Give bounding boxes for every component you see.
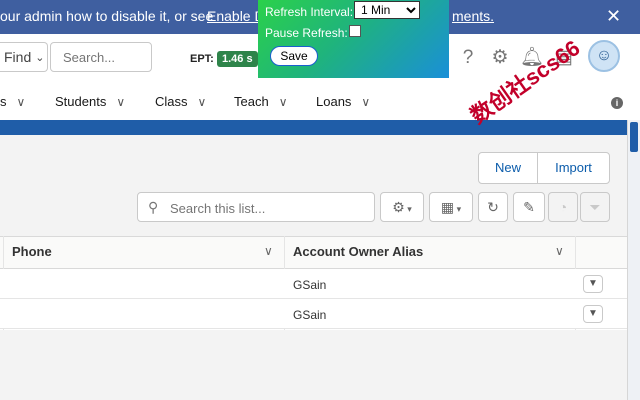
avatar[interactable]: ☺ [588, 40, 620, 72]
search-scope-label: Find [4, 49, 32, 65]
info-icon[interactable]: i [611, 97, 623, 109]
chevron-down-icon[interactable]: ∨ [361, 95, 370, 109]
pie-chart-icon: ◔ [558, 199, 568, 215]
nav-item-teach[interactable]: Teach ∨ [234, 94, 288, 109]
ept-label: EPT: [190, 53, 214, 65]
display-as-button[interactable]: ▦ ▾ [429, 192, 473, 222]
chevron-down-icon: ▾ [454, 204, 462, 214]
nav-item[interactable]: s ∨ [0, 94, 25, 109]
chevron-down-icon[interactable]: ∨ [17, 95, 26, 109]
list-settings-button[interactable]: ⚙ ▾ [380, 192, 424, 222]
brand-band [0, 120, 627, 135]
nav-item-loans[interactable]: Loans ∨ [316, 94, 370, 109]
chevron-down-icon[interactable]: ∨ [279, 95, 288, 109]
nav-item-class[interactable]: Class ∨ [155, 94, 206, 109]
page-scrollbar[interactable] [627, 120, 640, 400]
chevron-down-icon[interactable]: ∨ [555, 244, 564, 258]
list-search-box[interactable]: ⚲ [137, 192, 375, 222]
import-button[interactable]: Import [537, 152, 610, 184]
refresh-button[interactable]: ↻ [478, 192, 508, 222]
list-search-input[interactable] [168, 198, 372, 218]
table-icon: ▦ [440, 199, 455, 215]
chevron-down-icon: ⌄ [35, 51, 45, 64]
refresh-icon: ↻ [487, 199, 499, 215]
nav-item-label: s [0, 94, 7, 109]
refresh-interval-label: Refresh Interval: [265, 5, 354, 19]
banner-link-tail[interactable]: ments. [452, 8, 494, 24]
nav-item-label: Class [155, 94, 188, 109]
gear-icon: ⚙ [392, 199, 405, 215]
close-icon[interactable]: ✕ [606, 6, 621, 27]
nav-item-students[interactable]: Students ∨ [55, 94, 125, 109]
row-actions-button[interactable]: ▼ [583, 305, 603, 323]
banner-text: our admin how to disable it, or see [0, 8, 214, 24]
pencil-icon: ✎ [523, 199, 535, 215]
save-button[interactable]: Save [270, 46, 318, 66]
new-button[interactable]: New [478, 152, 538, 184]
refresh-interval-select[interactable]: 1 Min [354, 1, 420, 19]
gear-icon[interactable]: ⚙ [488, 46, 512, 70]
nav-item-label: Loans [316, 94, 352, 109]
scrollbar-thumb[interactable] [630, 122, 638, 152]
nav-bar: s ∨ Students ∨ Class ∨ Teach ∨ Loans ∨ [0, 84, 640, 120]
global-search-input[interactable] [50, 42, 152, 72]
search-scope-select[interactable]: Find ⌄ [0, 42, 48, 72]
charts-button[interactable]: ◔ [548, 192, 578, 222]
nav-item-label: Students [55, 94, 107, 109]
chevron-down-icon: ▾ [404, 204, 412, 214]
ept-badge: 1.46 s [217, 51, 258, 67]
chevron-down-icon[interactable]: ∨ [264, 244, 273, 258]
table-cell-owner: GSain [293, 278, 327, 292]
nav-item-label: Teach [234, 94, 269, 109]
help-icon[interactable]: ? [456, 46, 480, 70]
pause-refresh-label: Pause Refresh: [265, 26, 348, 40]
pause-refresh-checkbox[interactable] [349, 25, 361, 37]
refresh-popup: Refresh Interval: 1 Min Pause Refresh: S… [258, 0, 449, 78]
chevron-down-icon[interactable]: ∨ [116, 95, 125, 109]
search-icon: ⚲ [148, 199, 159, 215]
table-cell-owner: GSain [293, 308, 327, 322]
edit-list-button[interactable]: ✎ [513, 192, 545, 222]
column-header-account-owner-alias[interactable]: Account Owner Alias [293, 244, 423, 259]
banner-link[interactable]: Enable D [207, 8, 265, 24]
chevron-down-icon[interactable]: ∨ [198, 95, 207, 109]
row-actions-button[interactable]: ▼ [583, 275, 603, 293]
filter-button[interactable]: ⏷ [580, 192, 610, 222]
filter-icon: ⏷ [589, 199, 601, 215]
column-header-phone[interactable]: Phone [12, 244, 52, 259]
